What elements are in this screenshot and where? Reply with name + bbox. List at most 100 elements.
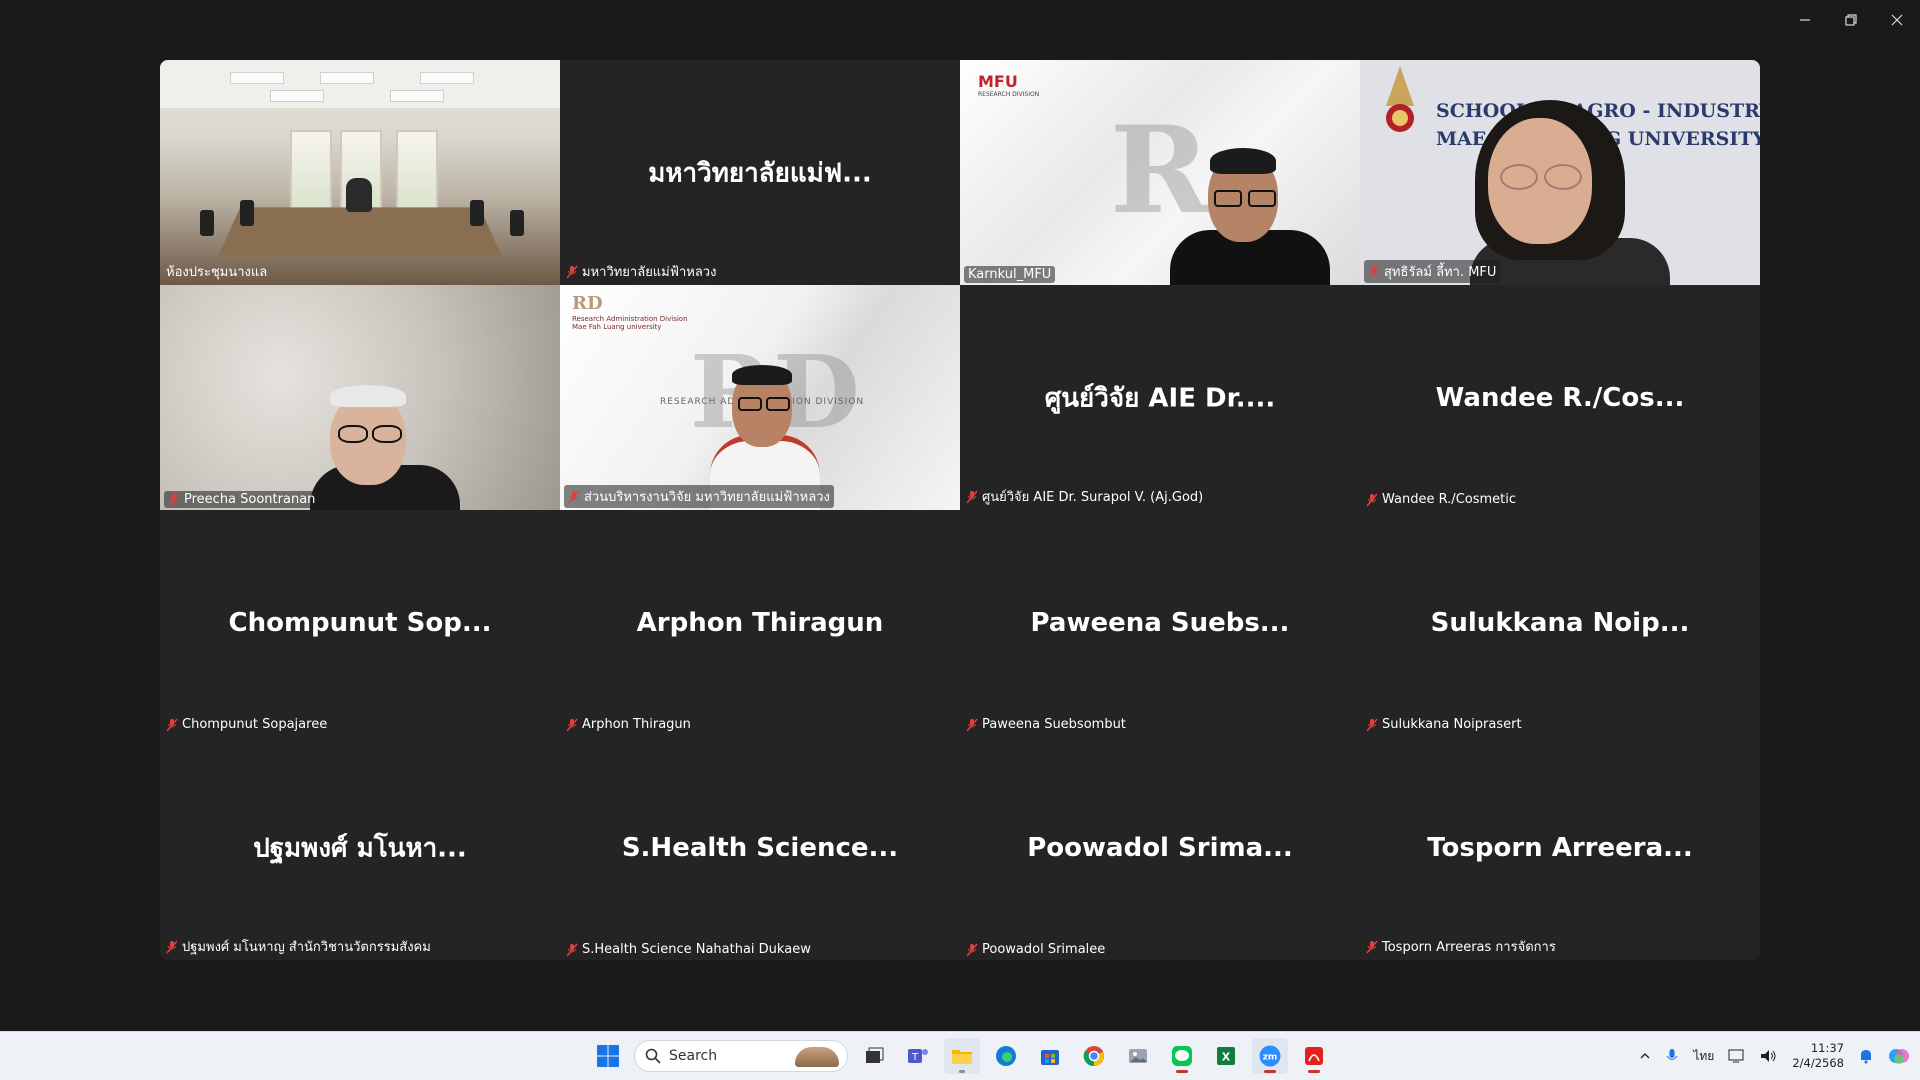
taskbar-search[interactable]: Search <box>634 1040 848 1072</box>
mic-muted-icon <box>168 493 180 506</box>
search-placeholder: Search <box>669 1048 718 1064</box>
participant-name-label: S.Health Science Nahathai Dukaew <box>562 941 815 958</box>
photos-button[interactable] <box>1120 1038 1156 1074</box>
system-tray: ไทย 11:37 2/4/2568 <box>1639 1032 1910 1080</box>
participant-display-name: Tosporn Arreera... <box>1427 832 1693 863</box>
close-button[interactable] <box>1874 0 1920 40</box>
participant-display-name: Paweena Suebs... <box>1030 607 1290 638</box>
excel-icon: X <box>1217 1047 1235 1065</box>
participant-display-name: Chompunut Sop... <box>228 607 492 638</box>
photos-icon <box>1129 1049 1147 1063</box>
mfu-logo: MFU RESEARCH DIVISION <box>978 72 1040 98</box>
search-highlight-image <box>795 1047 839 1067</box>
participant-tile[interactable]: Wandee R./Cos... Wandee R./Cosmetic <box>1360 285 1760 510</box>
participant-display-name: ปฐมพงศ์ มโนหา... <box>253 833 467 863</box>
line-icon <box>1172 1046 1192 1066</box>
microphone-icon[interactable] <box>1665 1048 1679 1064</box>
network-icon[interactable] <box>1728 1048 1746 1064</box>
participant-display-name: Poowadol Srima... <box>1027 832 1293 863</box>
windows-icon <box>597 1045 619 1067</box>
participant-display-name: ศูนย์วิจัย AIE Dr.... <box>1044 383 1276 413</box>
restore-icon <box>1845 14 1857 26</box>
participant-name-label: Arphon Thiragun <box>562 716 695 733</box>
participant-name-label: Chompunut Sopajaree <box>162 716 331 733</box>
mic-muted-icon <box>966 490 978 503</box>
excel-button[interactable]: X <box>1208 1038 1244 1074</box>
participant-tile[interactable]: Preecha Soontranan <box>160 285 560 510</box>
minimize-button[interactable] <box>1782 0 1828 40</box>
folder-icon <box>952 1050 972 1064</box>
teams-icon: T <box>908 1049 928 1063</box>
video-feed: SCHOOL OF AGRO - INDUSTRY MAE FAH LUANG … <box>1360 60 1760 285</box>
participant-tile[interactable]: RD Research Administration Division Mae … <box>560 285 960 510</box>
store-button[interactable] <box>1032 1038 1068 1074</box>
chrome-icon <box>1083 1046 1104 1067</box>
mic-muted-icon <box>1366 493 1378 506</box>
participant-name-label: สุทธิรัลม์ ลี้ทา. MFU <box>1364 260 1501 283</box>
volume-icon[interactable] <box>1760 1048 1778 1064</box>
task-view-button[interactable] <box>856 1038 892 1074</box>
video-feed: MFU RESEARCH DIVISION R <box>960 60 1360 285</box>
participant-tile[interactable]: ศูนย์วิจัย AIE Dr.... ศูนย์วิจัย AIE Dr.… <box>960 285 1360 510</box>
participant-display-name: Arphon Thiragun <box>636 607 884 638</box>
video-feed <box>160 60 560 285</box>
store-icon <box>1041 1050 1059 1065</box>
video-feed: RD Research Administration Division Mae … <box>560 285 960 510</box>
participant-tile[interactable]: ห้องประชุมนางแล <box>160 60 560 285</box>
search-icon <box>645 1048 661 1064</box>
participant-name-label: ศูนย์วิจัย AIE Dr. Surapol V. (Aj.God) <box>962 485 1207 508</box>
chevron-up-icon[interactable] <box>1639 1050 1651 1062</box>
participant-name-label: Sulukkana Noiprasert <box>1362 716 1526 733</box>
mic-muted-icon <box>1368 265 1380 278</box>
participant-display-name: S.Health Science... <box>621 832 899 863</box>
clock[interactable]: 11:37 2/4/2568 <box>1792 1041 1844 1071</box>
start-button[interactable] <box>590 1038 626 1074</box>
language-indicator[interactable]: ไทย <box>1693 1047 1714 1066</box>
participant-tile[interactable]: Paweena Suebs... Paweena Suebsombut <box>960 510 1360 735</box>
participant-tile[interactable]: Poowadol Srima... Poowadol Srimalee <box>960 735 1360 960</box>
svg-text:zm: zm <box>1263 1053 1278 1063</box>
acrobat-button[interactable] <box>1296 1038 1332 1074</box>
close-icon <box>1891 14 1903 26</box>
participant-name-label: ปฐมพงศ์ มโนหาญ สำนักวิชานวัตกรรมสังคม <box>162 935 435 958</box>
clock-date: 2/4/2568 <box>1792 1056 1844 1070</box>
participant-tile[interactable]: Tosporn Arreera... Tosporn Arreeras การจ… <box>1360 735 1760 960</box>
minimize-icon <box>1800 19 1810 21</box>
participant-display-name: Wandee R./Cos... <box>1435 382 1685 413</box>
mic-muted-icon <box>566 943 578 956</box>
participant-tile[interactable]: S.Health Science... S.Health Science Nah… <box>560 735 960 960</box>
zoom-button[interactable]: zm <box>1252 1038 1288 1074</box>
participant-tile[interactable]: MFU RESEARCH DIVISION R Karnkul_MFU <box>960 60 1360 285</box>
notification-bell-icon[interactable] <box>1858 1048 1874 1064</box>
mic-muted-icon <box>1366 718 1378 731</box>
taskbar-apps: Search T X zm <box>590 1032 1332 1080</box>
participant-tile[interactable]: Sulukkana Noip... Sulukkana Noiprasert <box>1360 510 1760 735</box>
video-feed <box>160 285 560 510</box>
file-explorer-button[interactable] <box>944 1038 980 1074</box>
mic-muted-icon <box>568 490 580 503</box>
mic-muted-icon <box>1366 940 1378 953</box>
participant-name-label: Poowadol Srimalee <box>962 941 1109 958</box>
research-admin-logo: RD Research Administration Division Mae … <box>572 293 688 331</box>
participant-tile[interactable]: มหาวิทยาลัยแม่ฟ... มหาวิทยาลัยแม่ฟ้าหลวง <box>560 60 960 285</box>
teams-button[interactable]: T <box>900 1038 936 1074</box>
edge-button[interactable] <box>988 1038 1024 1074</box>
chrome-button[interactable] <box>1076 1038 1112 1074</box>
mic-muted-icon <box>566 265 578 278</box>
participant-tile[interactable]: Chompunut Sop... Chompunut Sopajaree <box>160 510 560 735</box>
mic-muted-icon <box>966 718 978 731</box>
restore-button[interactable] <box>1828 0 1874 40</box>
participant-name-label: ส่วนบริหารงานวิจัย มหาวิทยาลัยแม่ฟ้าหลวง <box>564 485 834 508</box>
participant-name-label: ห้องประชุมนางแล <box>166 265 268 280</box>
participant-tile[interactable]: ปฐมพงศ์ มโนหา... ปฐมพงศ์ มโนหาญ สำนักวิช… <box>160 735 560 960</box>
zoom-icon: zm <box>1259 1045 1281 1067</box>
mic-muted-icon <box>166 718 178 731</box>
participant-name-label: Tosporn Arreeras การจัดการ <box>1362 935 1560 958</box>
task-view-icon <box>866 1047 884 1063</box>
copilot-icon[interactable] <box>1888 1045 1910 1067</box>
line-button[interactable] <box>1164 1038 1200 1074</box>
participant-display-name: Sulukkana Noip... <box>1430 607 1690 638</box>
svg-text:X: X <box>1222 1051 1231 1064</box>
participant-tile[interactable]: SCHOOL OF AGRO - INDUSTRY MAE FAH LUANG … <box>1360 60 1760 285</box>
participant-tile[interactable]: Arphon Thiragun Arphon Thiragun <box>560 510 960 735</box>
